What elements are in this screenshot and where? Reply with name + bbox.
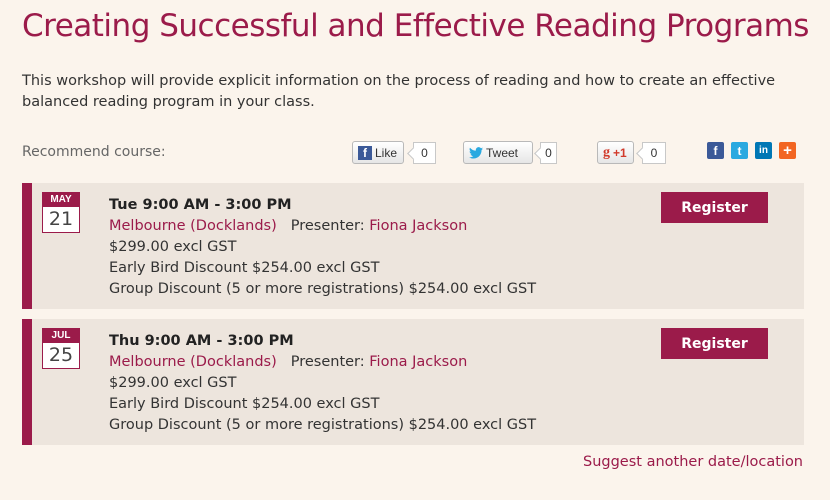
facebook-like-button[interactable]: f Like (352, 141, 404, 164)
plus-one-label: +1 (613, 145, 627, 160)
price: $299.00 excl GST (109, 375, 237, 391)
date-day: 25 (48, 344, 74, 366)
tweet-button[interactable]: Tweet (463, 141, 533, 164)
tweet-label: Tweet (486, 145, 519, 160)
session-time: Tue 9:00 AM - 3:00 PM (109, 197, 292, 213)
like-label: Like (375, 145, 398, 160)
early-bird-discount: Early Bird Discount $254.00 excl GST (109, 396, 380, 412)
date-day: 21 (48, 208, 74, 230)
twitter-share-icon[interactable]: t (731, 142, 748, 159)
facebook-icon: f (358, 145, 372, 160)
location-link[interactable]: Melbourne (Docklands) (109, 354, 277, 370)
linkedin-share-icon[interactable]: in (755, 142, 772, 159)
course-description: This workshop will provide explicit info… (22, 73, 776, 110)
date-badge: MAY 21 (42, 192, 80, 233)
location-link[interactable]: Melbourne (Docklands) (109, 218, 277, 234)
early-bird-discount: Early Bird Discount $254.00 excl GST (109, 260, 380, 276)
date-month: JUL (43, 329, 79, 343)
register-button[interactable]: Register (661, 192, 768, 223)
recommend-label: Recommend course: (22, 144, 166, 160)
presenter-link[interactable]: Fiona Jackson (369, 218, 467, 234)
group-discount: Group Discount (5 or more registrations)… (109, 417, 537, 433)
twitter-bird-icon (469, 146, 483, 159)
session-time: Thu 9:00 AM - 3:00 PM (109, 333, 294, 349)
date-badge: JUL 25 (42, 328, 80, 369)
presenter-link[interactable]: Fiona Jackson (369, 354, 467, 370)
like-count-value: 0 (421, 146, 428, 160)
more-share-icon[interactable]: + (779, 142, 796, 159)
gplus-count: 0 (642, 142, 666, 164)
date-month: MAY (43, 193, 79, 207)
tweet-count: 0 (540, 142, 557, 164)
session-card: JUL 25 Thu 9:00 AM - 3:00 PM Melbourne (… (22, 319, 804, 445)
like-count: 0 (413, 142, 436, 164)
register-button[interactable]: Register (661, 328, 768, 359)
facebook-share-icon[interactable]: f (707, 142, 724, 159)
gplus-count-value: 0 (650, 146, 658, 160)
session-details: Tue 9:00 AM - 3:00 PM Melbourne (Docklan… (109, 195, 536, 300)
presenter-label: Presenter: (290, 218, 365, 234)
google-plus-icon: g (603, 144, 610, 160)
price: $299.00 excl GST (109, 239, 237, 255)
session-card: MAY 21 Tue 9:00 AM - 3:00 PM Melbourne (… (22, 183, 804, 309)
group-discount: Group Discount (5 or more registrations)… (109, 281, 537, 297)
presenter-label: Presenter: (290, 354, 365, 370)
session-details: Thu 9:00 AM - 3:00 PM Melbourne (Docklan… (109, 331, 536, 436)
google-plus-one-button[interactable]: g +1 (597, 141, 634, 164)
suggest-date-link[interactable]: Suggest another date/location (583, 454, 803, 470)
page-title: Creating Successful and Effective Readin… (22, 8, 809, 44)
tweet-count-value: 0 (545, 146, 552, 160)
